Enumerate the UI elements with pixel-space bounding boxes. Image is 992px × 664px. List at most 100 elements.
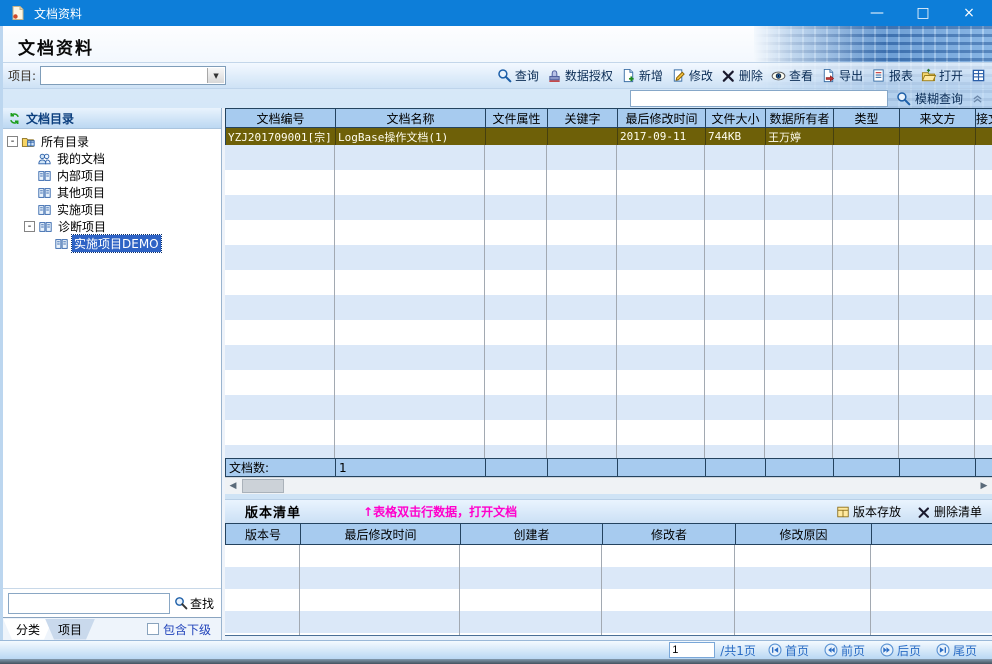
scrollbar-thumb[interactable]	[242, 479, 284, 493]
page-button-prev-page[interactable]: 前页	[824, 642, 865, 659]
version-buttons: 版本存放删除清单	[836, 503, 992, 520]
toolbar-button-view[interactable]: 查看	[771, 67, 813, 84]
tree-item[interactable]: 我的文档	[3, 150, 221, 167]
scroll-left-arrow-icon[interactable]: ◀	[225, 478, 241, 494]
project-combobox[interactable]: ▼	[40, 66, 226, 85]
tree-find-input[interactable]	[8, 593, 170, 614]
book-icon	[37, 203, 52, 217]
grid-line	[334, 145, 335, 458]
version-table-header: 版本号最后修改时间创建者修改者修改原因	[225, 523, 992, 545]
version-button-label: 版本存放	[853, 503, 901, 520]
horizontal-scrollbar[interactable]: ◀ ▶	[225, 477, 992, 494]
minimize-button[interactable]: —	[854, 0, 900, 26]
folder-icon	[21, 135, 36, 149]
version-column-header[interactable]: 修改原因	[736, 524, 872, 544]
tree-item[interactable]: 内部项目	[3, 167, 221, 184]
table-cell	[486, 128, 548, 145]
next-page-icon	[880, 643, 894, 657]
tree-item[interactable]: - 诊断项目	[3, 218, 221, 235]
sidebar-tab[interactable]: 分类	[3, 619, 53, 640]
toolbar-button-search[interactable]: 查询	[497, 67, 539, 84]
chevron-down-icon[interactable]: ▼	[207, 68, 224, 83]
summary-cell	[834, 459, 900, 476]
new-icon	[621, 68, 636, 83]
column-header[interactable]: 接文方	[976, 109, 992, 127]
fuzzy-search-input[interactable]	[630, 90, 888, 107]
project-input[interactable]	[41, 67, 212, 84]
page-button-next-page[interactable]: 后页	[880, 642, 921, 659]
project-label: 项目:	[8, 67, 36, 84]
column-header[interactable]: 来文方	[900, 109, 976, 127]
refresh-icon[interactable]	[8, 112, 21, 125]
maximize-button[interactable]: □	[900, 0, 946, 26]
version-column-header[interactable]: 版本号	[226, 524, 301, 544]
grid-line	[704, 145, 705, 458]
quick-search-row: 模糊查询	[0, 88, 992, 108]
tree-expander-icon[interactable]: -	[7, 136, 18, 147]
close-button[interactable]: ×	[946, 0, 992, 26]
column-header[interactable]: 关键字	[548, 109, 618, 127]
version-column-header[interactable]: 创建者	[461, 524, 603, 544]
version-column-header[interactable]	[872, 524, 992, 544]
tree-item[interactable]: 其他项目	[3, 184, 221, 201]
window-title: 文档资料	[34, 5, 82, 22]
column-header[interactable]: 数据所有者	[766, 109, 834, 127]
version-column-header[interactable]: 修改者	[603, 524, 736, 544]
tree-item[interactable]: 实施项目DEMO	[3, 235, 221, 252]
column-header[interactable]: 类型	[834, 109, 900, 127]
tree-item[interactable]: 实施项目	[3, 201, 221, 218]
fuzzy-search-label: 模糊查询	[915, 90, 963, 107]
version-table-body[interactable]	[225, 545, 992, 636]
toolbar-button-report[interactable]: 报表	[871, 67, 913, 84]
tree-find-button[interactable]: 查找	[174, 595, 214, 612]
tree-item-label: 诊断项目	[56, 218, 108, 235]
toolbar-button-edit[interactable]: 修改	[671, 67, 713, 84]
main-table-body[interactable]	[225, 145, 992, 458]
version-button-delete[interactable]: 删除清单	[917, 503, 982, 520]
grid-line	[484, 145, 485, 458]
fuzzy-search-button[interactable]: 模糊查询	[896, 90, 963, 107]
page-button-label: 前页	[841, 642, 865, 659]
column-header[interactable]: 文档编号	[226, 109, 336, 127]
summary-cell	[976, 459, 992, 476]
toolbar-button-open[interactable]: 打开	[921, 67, 963, 84]
page-button-last-page[interactable]: 尾页	[936, 642, 977, 659]
summary-cell	[548, 459, 618, 476]
table-cell	[834, 128, 900, 145]
table-row[interactable]: YZJ201709001[宗]LogBase操作文档(1)2017-09-117…	[225, 128, 992, 145]
toolbar-button-new[interactable]: 新增	[621, 67, 663, 84]
tree-item-label: 我的文档	[55, 150, 107, 167]
page-button-first-page[interactable]: 首页	[768, 642, 809, 659]
tree-find-row: 查找	[3, 588, 221, 617]
page-total-label: /共1页	[720, 642, 756, 659]
collapse-chevron-icon[interactable]	[971, 92, 984, 105]
version-column-header[interactable]: 最后修改时间	[301, 524, 461, 544]
version-button-versions[interactable]: 版本存放	[836, 503, 901, 520]
include-sub-option[interactable]: 包含下级	[147, 621, 211, 638]
book-icon	[38, 220, 53, 234]
column-header[interactable]: 文档名称	[336, 109, 486, 127]
column-header[interactable]: 最后修改时间	[618, 109, 706, 127]
page-button-label: 尾页	[953, 642, 977, 659]
grid-line	[764, 145, 765, 458]
include-sub-checkbox[interactable]	[147, 623, 159, 635]
sidebar: 文档目录 -所有目录我的文档内部项目其他项目实施项目-诊断项目实施项目DEMO …	[3, 108, 222, 640]
page-number-input[interactable]	[669, 642, 715, 658]
column-header[interactable]: 文件属性	[486, 109, 548, 127]
window-controls: — □ ×	[854, 0, 992, 26]
toolbar-button-export[interactable]: 导出	[821, 67, 863, 84]
sidebar-tab[interactable]: 项目	[45, 619, 95, 640]
search-icon	[174, 596, 188, 610]
toolbar-button-label: 查询	[515, 67, 539, 84]
toolbar-button-authorize[interactable]: 数据授权	[547, 67, 613, 84]
book-icon	[54, 237, 69, 251]
grid-line	[974, 145, 975, 458]
tree-item[interactable]: -所有目录	[3, 133, 221, 150]
toolbar-button-delete[interactable]: 删除	[721, 67, 763, 84]
tree-expander-icon[interactable]: -	[24, 221, 35, 232]
toolbar-button-grid[interactable]	[971, 68, 986, 83]
book-icon	[37, 186, 52, 200]
scroll-right-arrow-icon[interactable]: ▶	[976, 478, 992, 494]
table-cell: 2017-09-11	[618, 128, 706, 145]
column-header[interactable]: 文件大小	[706, 109, 766, 127]
